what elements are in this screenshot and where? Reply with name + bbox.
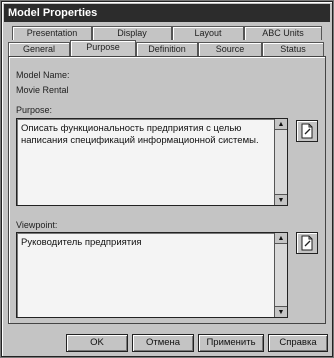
scroll-down-icon[interactable]: ▼ [275,306,287,317]
document-edit-icon [301,235,313,251]
model-name-label: Model Name: [16,70,70,80]
viewpoint-textarea[interactable]: Руководитель предприятия ▲ ▼ [16,232,288,318]
model-properties-dialog: Model Properties Presentation Display La… [1,1,333,357]
purpose-edit-button[interactable] [296,120,318,142]
scroll-down-icon[interactable]: ▼ [275,194,287,205]
tab-purpose[interactable]: Purpose [70,40,136,56]
tab-display[interactable]: Display [92,26,172,40]
viewpoint-text: Руководитель предприятия [21,237,142,248]
tab-general[interactable]: General [8,42,70,56]
purpose-label: Purpose: [16,105,53,115]
model-name-value: Movie Rental [16,85,69,95]
document-edit-icon [301,123,313,139]
tab-status[interactable]: Status [262,42,324,56]
tab-definition[interactable]: Definition [136,42,198,56]
tab-presentation[interactable]: Presentation [12,26,92,40]
scroll-up-icon[interactable]: ▲ [275,119,287,130]
tab-row-front: General Purpose Definition Source Status [8,40,326,56]
viewpoint-scrollbar[interactable]: ▲ ▼ [274,233,287,317]
tab-layout[interactable]: Layout [172,26,244,40]
scroll-up-icon[interactable]: ▲ [275,233,287,244]
viewpoint-edit-button[interactable] [296,232,318,254]
cancel-button[interactable]: Отмена [132,334,194,352]
dialog-title: Model Properties [4,4,330,22]
purpose-scrollbar[interactable]: ▲ ▼ [274,119,287,205]
purpose-text: Описать функциональность предприятия с ц… [21,123,259,146]
tab-row-back: Presentation Display Layout ABC Units [8,26,326,40]
apply-button[interactable]: Применить [198,334,264,352]
purpose-textarea[interactable]: Описать функциональность предприятия с ц… [16,118,288,206]
tab-abc-units[interactable]: ABC Units [244,26,322,40]
viewpoint-label: Viewpoint: [16,220,58,230]
help-button[interactable]: Справка [268,334,328,352]
ok-button[interactable]: OK [66,334,128,352]
tab-source[interactable]: Source [198,42,262,56]
